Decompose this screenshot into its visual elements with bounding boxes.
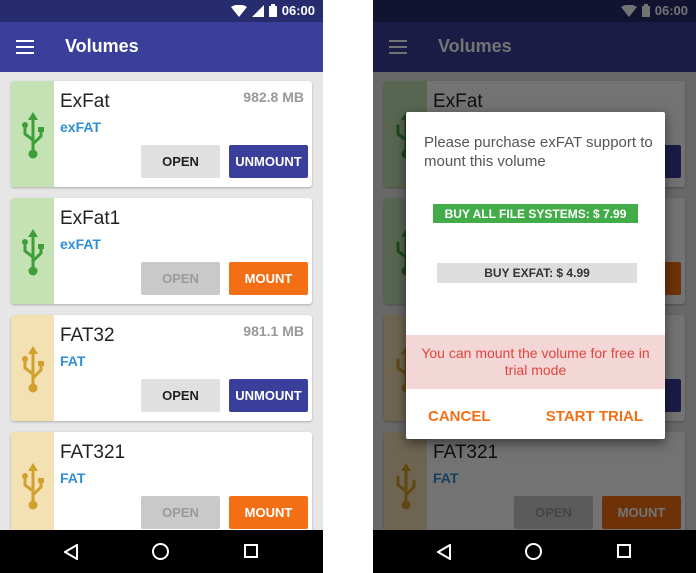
open-button[interactable]: OPEN [141,262,220,295]
nav-bar [0,530,323,573]
usb-icon [22,229,44,276]
buy-exfat-button[interactable]: BUY EXFAT: $ 4.99 [437,263,637,283]
volume-size: 982.8 MB [243,89,304,105]
open-button[interactable]: OPEN [141,379,220,412]
mount-button[interactable]: MOUNT [229,496,308,529]
volume-filesystem: FAT [60,353,86,369]
volume-list[interactable]: ExFat exFAT 982.8 MB OPEN UNMOUNT ExFat1… [0,72,323,530]
purchase-dialog: Please purchase exFAT support to mount t… [406,112,665,439]
page-title: Volumes [65,36,139,56]
volume-type-strip [11,81,54,187]
battery-icon [268,4,277,17]
recents-icon[interactable] [244,544,258,558]
open-button[interactable]: OPEN [141,496,220,529]
volume-size: 981.1 MB [243,323,304,339]
volume-name: FAT321 [60,442,126,463]
phone-screen-purchase-dialog: 06:00 Volumes ExFat [373,0,696,573]
back-icon[interactable] [64,544,78,560]
buy-all-button[interactable]: BUY ALL FILE SYSTEMS: $ 7.99 [433,204,638,223]
volume-filesystem: exFAT [60,236,101,252]
signal-icon [251,4,264,17]
volume-card[interactable]: FAT321 FAT OPEN MOUNT [11,432,312,530]
start-trial-button[interactable]: START TRIAL [546,408,643,425]
home-icon[interactable] [525,543,542,560]
usb-icon [22,463,44,510]
menu-icon[interactable] [16,40,34,54]
nav-bar [373,530,696,573]
cancel-button[interactable]: CANCEL [428,408,491,425]
app-bar: Volumes [0,22,323,72]
volume-filesystem: FAT [60,470,86,486]
unmount-button[interactable]: UNMOUNT [229,379,308,412]
usb-icon [22,346,44,393]
volume-card[interactable]: ExFat exFAT 982.8 MB OPEN UNMOUNT [11,81,312,187]
status-bar: 06:00 [0,0,323,22]
volume-name: ExFat1 [60,208,121,229]
volume-name: ExFat [60,91,110,112]
wifi-icon [230,4,247,17]
open-button[interactable]: OPEN [141,145,220,178]
status-time: 06:00 [281,3,315,18]
unmount-button[interactable]: UNMOUNT [229,145,308,178]
volume-type-strip [11,432,54,530]
back-icon[interactable] [437,544,451,560]
volume-type-strip [11,315,54,421]
volume-name: FAT32 [60,325,115,346]
volume-card[interactable]: FAT32 FAT 981.1 MB OPEN UNMOUNT [11,315,312,421]
volume-card[interactable]: ExFat1 exFAT OPEN MOUNT [11,198,312,304]
recents-icon[interactable] [617,544,631,558]
usb-icon [22,112,44,159]
trial-note: You can mount the volume for free in tri… [406,335,665,389]
volume-type-strip [11,198,54,304]
phone-screen-volumes: 06:00 Volumes ExFat exFAT 982.8 MB OPEN … [0,0,323,573]
volume-filesystem: exFAT [60,119,101,135]
mount-button[interactable]: MOUNT [229,262,308,295]
home-icon[interactable] [152,543,169,560]
dialog-message: Please purchase exFAT support to mount t… [424,134,653,170]
